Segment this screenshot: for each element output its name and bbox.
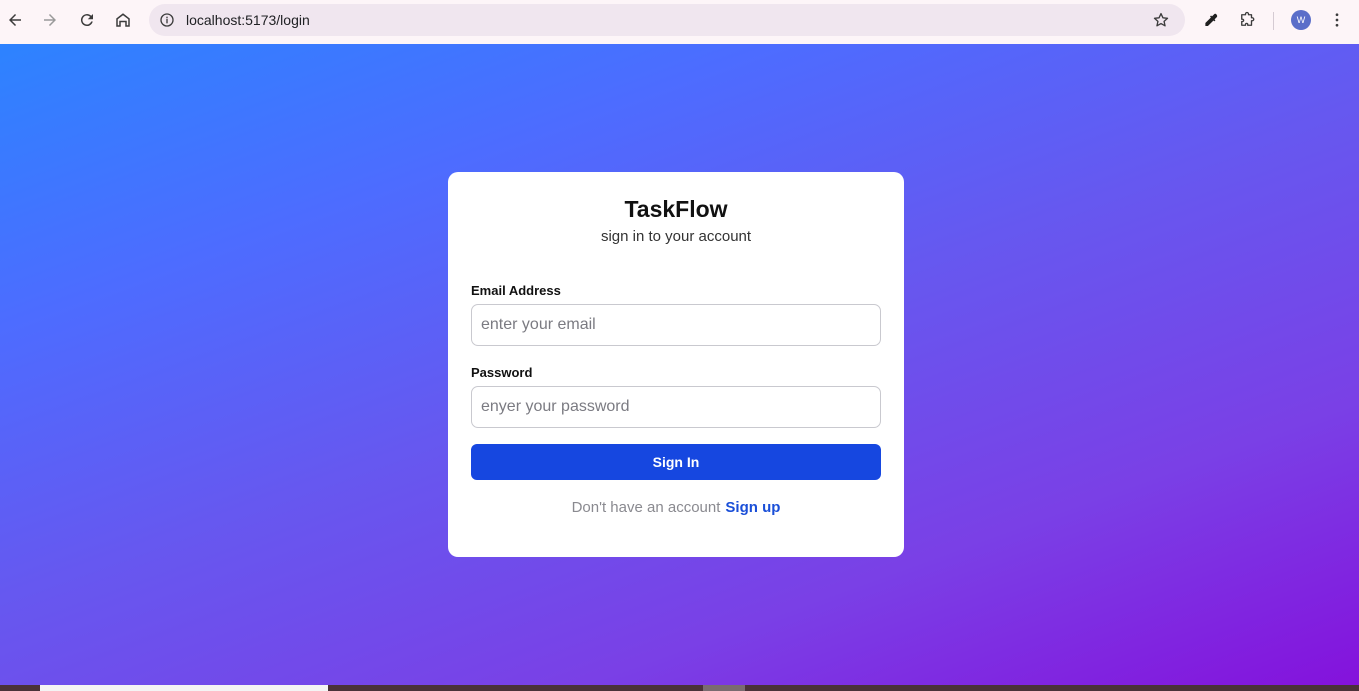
- toolbar-divider: [1273, 12, 1274, 30]
- email-input[interactable]: [471, 304, 881, 346]
- browser-toolbar: localhost:5173/login W: [0, 0, 1359, 44]
- login-card: TaskFlow sign in to your account Email A…: [448, 172, 904, 557]
- arrow-right-icon: [44, 14, 56, 26]
- kebab-menu-icon: [1335, 13, 1339, 27]
- profile-avatar[interactable]: W: [1291, 10, 1311, 30]
- back-button[interactable]: [1, 6, 29, 34]
- reload-button[interactable]: [73, 6, 101, 34]
- password-label: Password: [471, 365, 533, 380]
- home-icon: [116, 13, 130, 27]
- puzzle-icon: [1241, 11, 1255, 26]
- eyedropper-icon: [1205, 13, 1218, 26]
- login-page-background: TaskFlow sign in to your account Email A…: [0, 44, 1359, 685]
- app-title: TaskFlow: [624, 196, 728, 222]
- sign-up-link[interactable]: Sign up: [725, 499, 780, 516]
- menu-button[interactable]: [1325, 8, 1349, 32]
- eyedropper-button[interactable]: [1199, 8, 1223, 32]
- arrow-left-icon: [9, 14, 21, 26]
- sign-in-button[interactable]: Sign In: [471, 444, 881, 480]
- info-icon[interactable]: [157, 10, 177, 30]
- forward-button[interactable]: [36, 6, 64, 34]
- login-subtitle: sign in to your account: [600, 228, 752, 245]
- address-bar[interactable]: localhost:5173/login: [149, 4, 1185, 36]
- extensions-button[interactable]: [1235, 8, 1259, 32]
- home-button[interactable]: [109, 6, 137, 34]
- taskbar-window[interactable]: [40, 685, 328, 691]
- email-label: Email Address: [471, 283, 561, 298]
- url-text[interactable]: localhost:5173/login: [186, 12, 310, 28]
- os-taskbar: [0, 685, 1359, 691]
- reload-icon: [80, 14, 93, 27]
- star-icon[interactable]: [1151, 10, 1171, 30]
- taskbar-item[interactable]: [703, 685, 745, 691]
- password-input[interactable]: [471, 386, 881, 428]
- signup-prompt: Don't have an account Sign up: [448, 499, 904, 516]
- signup-prompt-text: Don't have an account: [571, 499, 721, 516]
